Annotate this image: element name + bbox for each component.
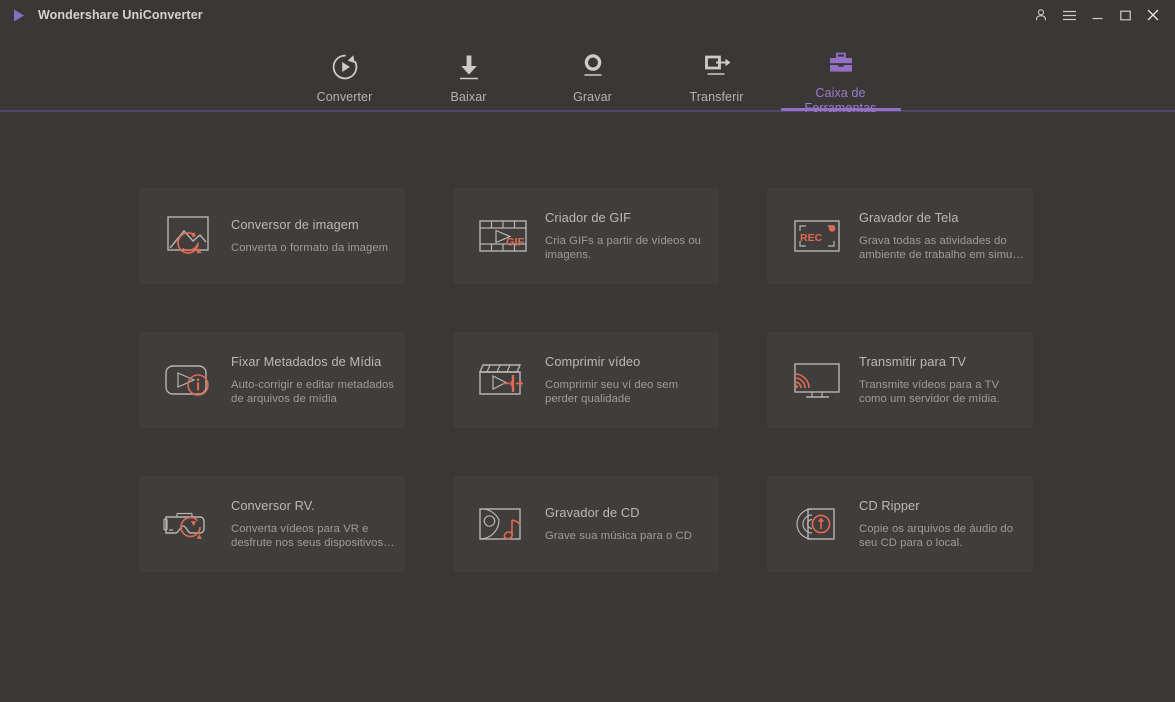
card-title: Gravador de CD <box>545 504 640 520</box>
card-title: Transmitir para TV <box>859 353 967 369</box>
vr-converter-icon <box>153 494 231 554</box>
card-text: Conversor RV. Converta vídeos para VR e … <box>231 498 405 551</box>
card-text: Transmitir para TV Transmite vídeos para… <box>859 354 1033 407</box>
card-title: Conversor RV. <box>231 497 315 513</box>
app-window: Wondershare UniConverter Converter Baixa… <box>0 0 1175 702</box>
nav-tab-converter[interactable]: Converter <box>283 30 407 110</box>
card-text: Fixar Metadados de Mídia Auto-corrigir e… <box>231 354 405 407</box>
card-title: Criador de GIF <box>545 209 632 225</box>
cd-burner-icon <box>467 494 545 554</box>
nav-tab-converter-label: Converter <box>316 90 373 104</box>
cast-tv-icon <box>781 350 859 410</box>
window-controls <box>1027 0 1167 30</box>
maximize-icon[interactable] <box>1111 1 1139 29</box>
active-tab-underline <box>780 108 901 111</box>
screen-recorder-icon: REC <box>781 206 859 266</box>
nav-tab-baixar[interactable]: Baixar <box>407 30 531 110</box>
card-text: Gravador de Tela Grava todas as atividad… <box>859 210 1033 263</box>
card-cast-to-tv[interactable]: Transmitir para TV Transmite vídeos para… <box>767 332 1033 428</box>
card-description: Converta o formato da imagem <box>231 241 389 254</box>
person-icon[interactable] <box>1027 1 1055 29</box>
card-gif-maker[interactable]: GIF Criador de GIF Cria GIFs a partir de… <box>453 188 719 284</box>
convert-circle-play-icon <box>330 52 360 82</box>
nav-tab-baixar-label: Baixar <box>450 90 487 104</box>
card-text: Gravador de CD Grave sua música para o C… <box>545 505 719 544</box>
card-description: Grava todas as atividades do ambiente de… <box>859 234 1024 262</box>
app-title: Wondershare UniConverter <box>38 8 203 22</box>
card-cd-ripper[interactable]: CD Ripper Copie os arquivos de áudio do … <box>767 476 1033 572</box>
card-text: Comprimir vídeo Comprimir seu ví deo sem… <box>545 354 719 407</box>
transfer-device-arrow-icon <box>701 52 733 82</box>
toolbox-card-grid: Conversor de imagem Converta o formato d… <box>139 188 1035 572</box>
toolbox-content: Conversor de imagem Converta o formato d… <box>0 112 1175 702</box>
play-triangle-logo-icon <box>10 7 27 24</box>
image-convert-icon <box>153 206 231 266</box>
card-description: Comprimir seu ví deo sem perder qualidad… <box>545 378 679 406</box>
nav-tab-gravar[interactable]: Gravar <box>531 30 655 110</box>
title-bar: Wondershare UniConverter <box>0 0 1175 30</box>
card-description: Transmite vídeos para a TV como um servi… <box>859 378 1000 406</box>
card-title: Gravador de Tela <box>859 209 959 225</box>
nav-tab-transferir-label: Transferir <box>689 90 744 104</box>
app-brand: Wondershare UniConverter <box>10 7 203 24</box>
card-title: Fixar Metadados de Mídia <box>231 353 382 369</box>
card-title: Conversor de imagem <box>231 216 359 232</box>
card-compress-video[interactable]: Comprimir vídeo Comprimir seu ví deo sem… <box>453 332 719 428</box>
compress-video-icon <box>467 350 545 410</box>
svg-text:REC: REC <box>800 232 823 244</box>
card-text: Conversor de imagem Converta o formato d… <box>231 217 405 256</box>
card-text: Criador de GIF Cria GIFs a partir de víd… <box>545 210 719 263</box>
download-arrow-icon <box>454 52 484 82</box>
media-metadata-icon <box>153 350 231 410</box>
card-image-converter[interactable]: Conversor de imagem Converta o formato d… <box>139 188 405 284</box>
minimize-icon[interactable] <box>1083 1 1111 29</box>
card-description: Auto-corrigir e editar metadados de arqu… <box>231 378 394 406</box>
card-cd-burner[interactable]: Gravador de CD Grave sua música para o C… <box>453 476 719 572</box>
nav-tab-gravar-label: Gravar <box>573 90 612 104</box>
card-description: Grave sua música para o CD <box>545 529 692 542</box>
svg-text:GIF: GIF <box>506 237 525 249</box>
main-navigation: Converter Baixar Gravar Transferir Caixa… <box>0 30 1175 115</box>
card-description: Converta vídeos para VR e desfrute nos s… <box>231 522 395 550</box>
cd-ripper-icon <box>781 494 859 554</box>
hamburger-menu-icon[interactable] <box>1055 1 1083 29</box>
card-description: Cria GIFs a partir de vídeos ou imagens. <box>545 234 702 262</box>
nav-tab-transferir[interactable]: Transferir <box>655 30 779 110</box>
toolbox-icon <box>825 52 857 78</box>
card-title: Comprimir vídeo <box>545 353 641 369</box>
card-title: CD Ripper <box>859 497 920 513</box>
nav-tab-caixa-de-ferramentas[interactable]: Caixa de Ferramentas <box>779 30 903 115</box>
card-text: CD Ripper Copie os arquivos de áudio do … <box>859 498 1033 551</box>
card-screen-recorder[interactable]: REC Gravador de Tela Grava todas as ativ… <box>767 188 1033 284</box>
card-description: Copie os arquivos de áudio do seu CD par… <box>859 522 1014 550</box>
card-media-metadata[interactable]: Fixar Metadados de Mídia Auto-corrigir e… <box>139 332 405 428</box>
close-icon[interactable] <box>1139 1 1167 29</box>
record-dot-icon <box>578 52 608 82</box>
gif-maker-icon: GIF <box>467 206 545 266</box>
card-vr-converter[interactable]: Conversor RV. Converta vídeos para VR e … <box>139 476 405 572</box>
